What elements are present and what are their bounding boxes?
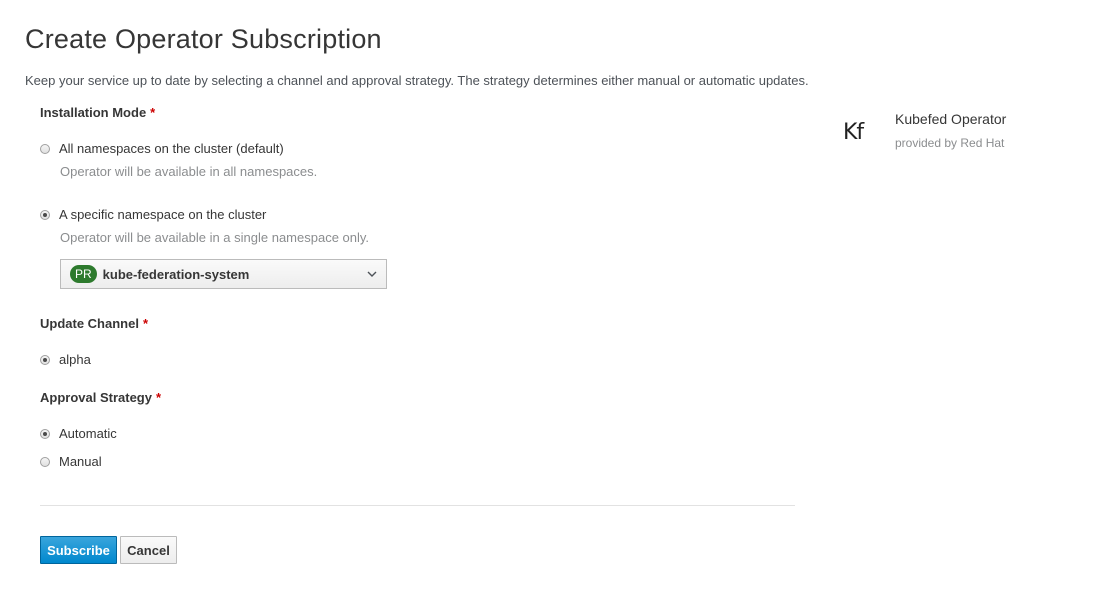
subscribe-button[interactable]: Subscribe	[40, 536, 117, 564]
radio-approval-manual-label: Manual	[59, 454, 102, 469]
radio-all-namespaces-label: All namespaces on the cluster (default)	[59, 141, 284, 156]
approval-strategy-label-text: Approval Strategy	[40, 390, 152, 405]
radio-specific-namespace-label: A specific namespace on the cluster	[59, 207, 267, 222]
radio-button[interactable]	[40, 143, 50, 154]
radio-button[interactable]	[40, 209, 50, 220]
required-marker: *	[155, 390, 162, 405]
radio-all-namespaces[interactable]: All namespaces on the cluster (default)	[40, 141, 284, 156]
radio-button[interactable]	[40, 354, 50, 365]
radio-channel-alpha[interactable]: alpha	[40, 352, 91, 367]
operator-logo: Kf	[843, 120, 864, 145]
update-channel-label-text: Update Channel	[40, 316, 139, 331]
chevron-down-icon	[362, 271, 382, 278]
required-marker: *	[150, 105, 156, 120]
update-channel-label: Update Channel *	[40, 316, 148, 331]
radio-approval-automatic[interactable]: Automatic	[40, 426, 117, 441]
radio-approval-manual[interactable]: Manual	[40, 454, 102, 469]
radio-button[interactable]	[40, 428, 50, 439]
page-title: Create Operator Subscription	[25, 24, 382, 54]
operator-name: Kubefed Operator	[895, 111, 1007, 127]
namespace-dropdown[interactable]: PR kube-federation-system	[60, 259, 387, 289]
create-subscription-page: Create Operator Subscription Keep your s…	[0, 0, 1093, 616]
cancel-button[interactable]: Cancel	[120, 536, 177, 564]
radio-specific-namespace[interactable]: A specific namespace on the cluster	[40, 207, 266, 222]
form-divider	[40, 505, 795, 506]
radio-button[interactable]	[40, 456, 50, 467]
all-namespaces-helper-text: Operator will be available in all namesp…	[60, 164, 318, 179]
installation-mode-label-text: Installation Mode	[40, 105, 147, 120]
radio-channel-alpha-label: alpha	[59, 352, 91, 367]
page-description: Keep your service up to date by selectin…	[25, 73, 809, 88]
specific-namespace-helper-text: Operator will be available in a single n…	[60, 230, 370, 245]
project-badge: PR	[70, 265, 97, 283]
approval-strategy-label: Approval Strategy *	[40, 390, 161, 405]
installation-mode-label: Installation Mode *	[40, 105, 155, 120]
radio-approval-automatic-label: Automatic	[59, 426, 117, 441]
required-marker: *	[142, 316, 149, 331]
namespace-dropdown-value: kube-federation-system	[102, 266, 250, 282]
operator-provider: provided by Red Hat	[895, 136, 1005, 150]
